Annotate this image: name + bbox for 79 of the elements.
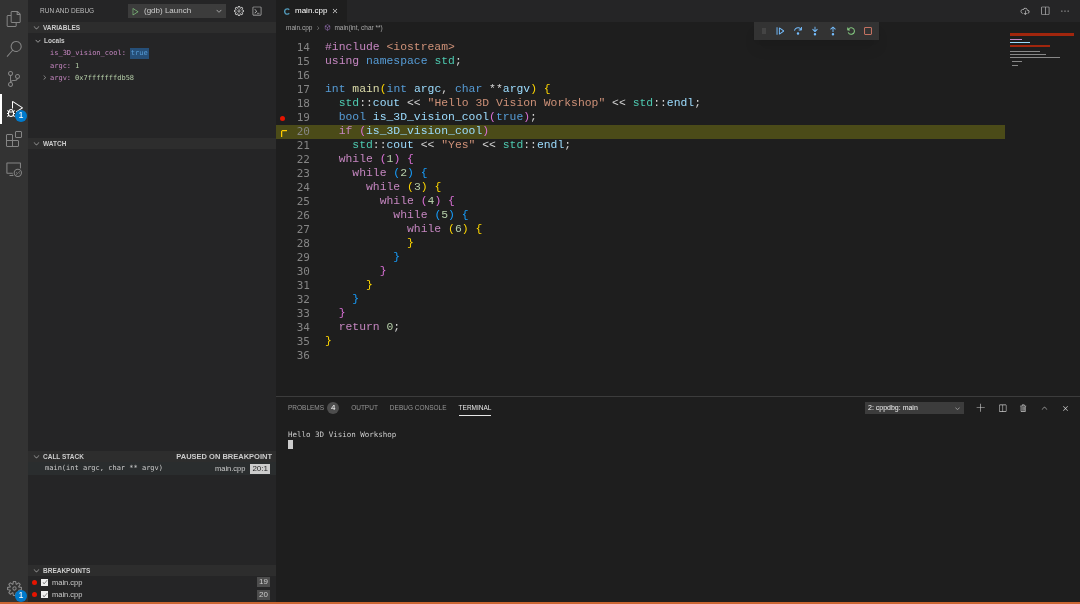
code-line: } bbox=[325, 334, 332, 350]
line-number: 15 bbox=[295, 53, 310, 70]
line-number: 25 bbox=[295, 193, 310, 210]
source-control-icon[interactable] bbox=[6, 71, 22, 87]
line-number: 23 bbox=[295, 165, 310, 182]
code-line: if (is_3D_vision_cool) bbox=[337, 124, 490, 140]
code-line: int main(int argc, char **argv) { bbox=[325, 82, 551, 98]
code-line: while (5) { bbox=[392, 208, 469, 224]
code-line: bool is_3D_vision_cool(true); bbox=[337, 110, 537, 126]
count-badge: 4 bbox=[327, 402, 340, 414]
debug-icon[interactable] bbox=[7, 101, 23, 117]
launch-config-select[interactable]: (gdb) Launch bbox=[128, 4, 226, 18]
line-number: 17 bbox=[295, 81, 310, 98]
line-badge: 20 bbox=[257, 589, 270, 600]
code-line: while (2) { bbox=[351, 166, 428, 182]
checkbox[interactable] bbox=[41, 578, 48, 586]
line-number: 31 bbox=[295, 277, 310, 294]
code-line: return 0; bbox=[337, 320, 401, 336]
checkbox[interactable] bbox=[41, 591, 48, 599]
line-number: 29 bbox=[295, 249, 310, 266]
code-line: #include <iostream> bbox=[325, 40, 455, 56]
line-number: 27 bbox=[295, 221, 310, 238]
trash-icon[interactable] bbox=[1019, 403, 1028, 413]
line-badge: 19 bbox=[257, 577, 270, 588]
chevron-icon bbox=[41, 73, 48, 81]
code-line: } bbox=[406, 236, 414, 252]
line-number: 35 bbox=[295, 333, 310, 350]
code-line: std::cout << "Hello 3D Vision Workshop" << std::endl; bbox=[337, 96, 701, 112]
code-line: while (4) { bbox=[378, 194, 455, 210]
line-number: 22 bbox=[295, 151, 310, 168]
split-editor-icon[interactable] bbox=[1040, 6, 1050, 16]
editor-tab[interactable]: main.cpp bbox=[276, 0, 348, 22]
remote-icon[interactable] bbox=[6, 161, 22, 177]
badge: 1 bbox=[15, 110, 27, 122]
close-icon[interactable] bbox=[331, 7, 340, 15]
line-number: 21 bbox=[295, 137, 310, 154]
method-icon bbox=[324, 24, 332, 31]
line-number: 32 bbox=[295, 291, 310, 308]
line-number: 26 bbox=[295, 207, 310, 224]
stop-icon[interactable] bbox=[863, 26, 874, 36]
code-line: } bbox=[337, 306, 346, 322]
step-into-icon[interactable] bbox=[810, 26, 821, 36]
line-number: 14 bbox=[295, 39, 310, 56]
settings-icon[interactable] bbox=[234, 6, 244, 16]
line-number: 16 bbox=[295, 67, 310, 84]
line-number: 24 bbox=[295, 179, 310, 196]
code-line: } bbox=[378, 264, 387, 280]
terminal-cursor bbox=[288, 440, 293, 449]
line-number: 30 bbox=[295, 263, 310, 280]
line-number: 33 bbox=[295, 305, 310, 322]
line-number: 28 bbox=[295, 235, 310, 252]
extensions-icon[interactable] bbox=[6, 131, 22, 147]
explorer-icon[interactable] bbox=[6, 11, 22, 27]
code-line: while (1) { bbox=[337, 152, 414, 168]
close-icon[interactable] bbox=[1061, 403, 1070, 413]
chevron-icon bbox=[315, 24, 322, 31]
search-icon[interactable] bbox=[6, 41, 22, 57]
line-number: 36 bbox=[295, 347, 310, 364]
badge: 1 bbox=[15, 590, 27, 602]
position-badge: 20:1 bbox=[250, 463, 270, 474]
add-icon[interactable] bbox=[976, 403, 986, 413]
code-line: } bbox=[351, 292, 360, 308]
line-number: 18 bbox=[295, 95, 310, 112]
code-line: while (3) { bbox=[365, 180, 442, 196]
play-icon bbox=[131, 6, 140, 16]
restart-icon[interactable] bbox=[845, 26, 856, 36]
code-line: } bbox=[365, 278, 373, 294]
continue-icon[interactable] bbox=[775, 26, 786, 36]
download-icon[interactable] bbox=[1020, 6, 1030, 16]
step-over-icon[interactable] bbox=[792, 26, 803, 36]
cpp-file-icon bbox=[284, 7, 291, 15]
split-icon[interactable] bbox=[998, 403, 1007, 413]
code-line: while (6) { bbox=[406, 222, 483, 238]
line-number: 20 bbox=[295, 123, 310, 140]
code-line: using namespace std; bbox=[325, 54, 462, 70]
line-number: 19 bbox=[295, 109, 310, 126]
code-line: std::cout << "Yes" << std::endl; bbox=[351, 138, 572, 154]
code-line: } bbox=[392, 250, 401, 266]
line-number: 34 bbox=[295, 319, 310, 336]
